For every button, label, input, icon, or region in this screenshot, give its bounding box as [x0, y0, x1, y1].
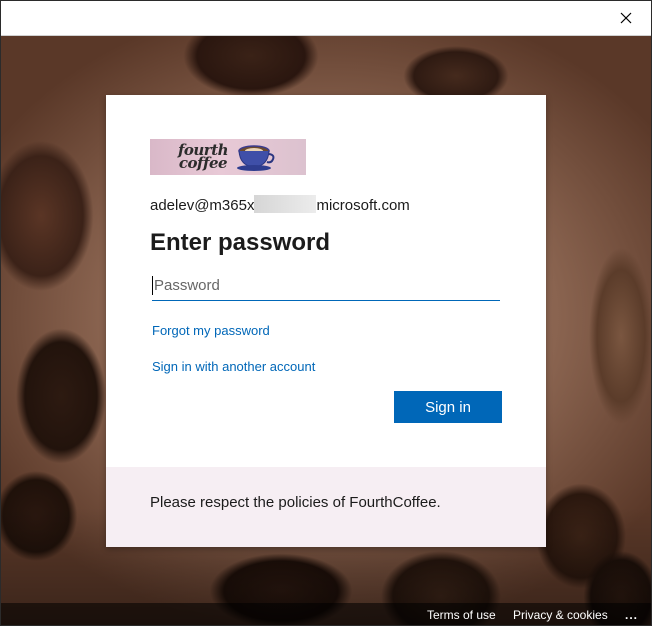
company-logo: fourth coffee: [150, 139, 306, 175]
close-icon: [620, 12, 632, 24]
logo-wordmark: fourth coffee: [178, 143, 229, 172]
terms-of-use-link[interactable]: Terms of use: [427, 608, 496, 622]
close-button[interactable]: [609, 5, 643, 31]
footer-bar: Terms of use Privacy & cookies ...: [1, 603, 651, 625]
sign-in-button[interactable]: Sign in: [394, 391, 502, 423]
email-prefix: adelev@m365x: [150, 197, 255, 214]
sign-in-window: fourth coffee adelev@m365x microsoft.com …: [0, 0, 652, 626]
another-account-link[interactable]: Sign in with another account: [152, 359, 315, 374]
policy-banner: Please respect the policies of FourthCof…: [106, 467, 546, 547]
policy-text: Please respect the policies of FourthCof…: [150, 494, 441, 511]
forgot-password-link[interactable]: Forgot my password: [152, 323, 270, 338]
redacted-block: [254, 195, 317, 213]
title-bar: [1, 1, 651, 36]
more-options-button[interactable]: ...: [625, 608, 638, 622]
password-input[interactable]: [152, 271, 500, 301]
account-email: adelev@m365x microsoft.com: [150, 195, 410, 214]
sign-in-card: fourth coffee adelev@m365x microsoft.com …: [106, 95, 546, 547]
text-cursor: [152, 276, 153, 295]
page-title: Enter password: [150, 229, 331, 256]
logo-line-2: coffee: [178, 154, 228, 172]
privacy-cookies-link[interactable]: Privacy & cookies: [513, 608, 608, 622]
email-suffix: microsoft.com: [316, 197, 410, 214]
coffee-cup-icon: [237, 145, 275, 171]
